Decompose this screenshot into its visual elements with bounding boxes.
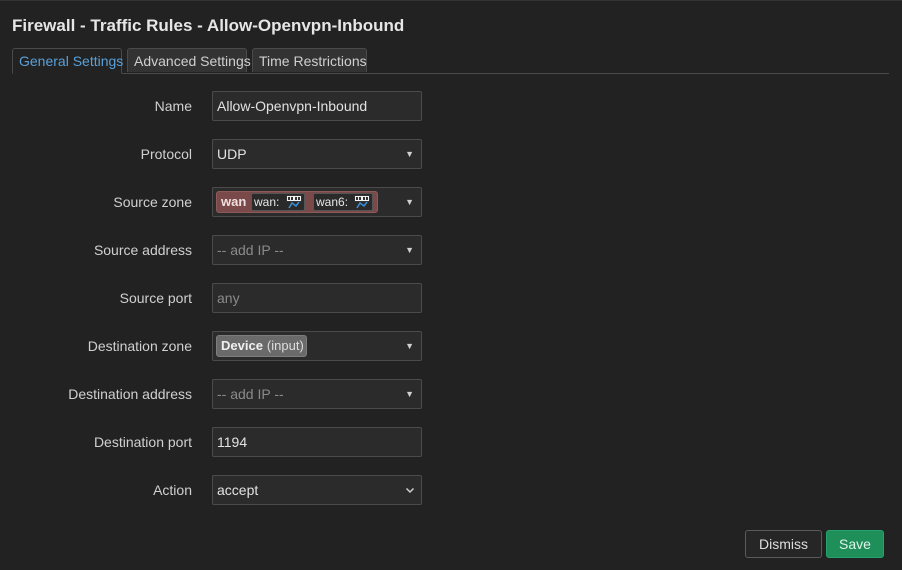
destination-port-input[interactable]: 1194 — [212, 427, 422, 457]
tab-general-settings[interactable]: General Settings — [12, 48, 123, 74]
source-zone-select[interactable]: wan wan: wan6: ▼ — [212, 187, 422, 217]
destination-address-label: Destination address — [68, 386, 192, 402]
caret-down-icon: ▼ — [405, 197, 414, 207]
source-port-placeholder: any — [217, 290, 240, 306]
interface-name: wan6: — [316, 195, 349, 209]
form-row-destination-address: Destination address -- add IP -- ▼ — [0, 379, 902, 409]
protocol-label: Protocol — [140, 146, 192, 162]
form-row-source-address: Source address -- add IP -- ▼ — [0, 235, 902, 265]
source-port-label: Source port — [119, 290, 192, 306]
name-label: Name — [154, 98, 192, 114]
form-row-source-zone: Source zone wan wan: wan6: ▼ — [0, 187, 902, 217]
dismiss-button[interactable]: Dismiss — [745, 530, 822, 558]
save-button[interactable]: Save — [826, 530, 884, 558]
tab-advanced-settings[interactable]: Advanced Settings — [127, 48, 251, 72]
modal-title: Firewall - Traffic Rules - Allow-Openvpn… — [12, 16, 405, 35]
form-row-action: Action accept — [0, 475, 902, 505]
name-input-value: Allow-Openvpn-Inbound — [217, 98, 368, 114]
tab-bar: General Settings Advanced Settings Time … — [12, 48, 889, 74]
caret-down-icon: ▼ — [405, 389, 414, 399]
zone-badge-device: Device (input) — [216, 335, 307, 357]
network-port-icon — [285, 195, 302, 209]
zone-badge-wan: wan wan: wan6: — [216, 191, 378, 213]
destination-port-label: Destination port — [93, 434, 192, 450]
destination-zone-label: Destination zone — [87, 338, 192, 354]
chevron-down-icon — [405, 487, 415, 494]
destination-port-value: 1194 — [217, 434, 248, 450]
caret-down-icon: ▼ — [405, 149, 414, 159]
interface-badge-wan: wan: — [251, 193, 305, 211]
network-port-icon — [354, 195, 371, 209]
interface-name: wan: — [254, 195, 280, 209]
form-row-destination-port: Destination port 1194 — [0, 427, 902, 457]
zone-detail: (input) — [266, 338, 304, 353]
protocol-select-value: UDP — [217, 146, 247, 162]
caret-down-icon: ▼ — [405, 341, 414, 351]
name-input[interactable]: Allow-Openvpn-Inbound — [212, 91, 422, 121]
source-port-input[interactable]: any — [212, 283, 422, 313]
tab-time-restrictions[interactable]: Time Restrictions — [252, 48, 367, 72]
destination-zone-select[interactable]: Device (input) ▼ — [212, 331, 422, 361]
action-select-value: accept — [217, 482, 259, 498]
source-zone-label: Source zone — [113, 194, 192, 210]
modal-dialog: Firewall - Traffic Rules - Allow-Openvpn… — [0, 0, 902, 570]
source-address-select[interactable]: -- add IP -- ▼ — [212, 235, 422, 265]
destination-address-select[interactable]: -- add IP -- ▼ — [212, 379, 422, 409]
form-row-name: Name Allow-Openvpn-Inbound — [0, 91, 902, 121]
zone-name: Device — [221, 338, 263, 353]
source-address-placeholder: -- add IP -- — [217, 242, 284, 258]
source-address-label: Source address — [93, 242, 192, 258]
form-row-source-port: Source port any — [0, 283, 902, 313]
destination-address-placeholder: -- add IP -- — [217, 386, 284, 402]
interface-badge-wan6: wan6: — [313, 193, 374, 211]
zone-name: wan — [221, 194, 247, 209]
form-row-protocol: Protocol UDP ▼ — [0, 139, 902, 169]
action-select[interactable]: accept — [212, 475, 422, 505]
form-row-destination-zone: Destination zone Device (input) ▼ — [0, 331, 902, 361]
caret-down-icon: ▼ — [405, 245, 414, 255]
action-label: Action — [153, 482, 192, 498]
protocol-select[interactable]: UDP ▼ — [212, 139, 422, 169]
